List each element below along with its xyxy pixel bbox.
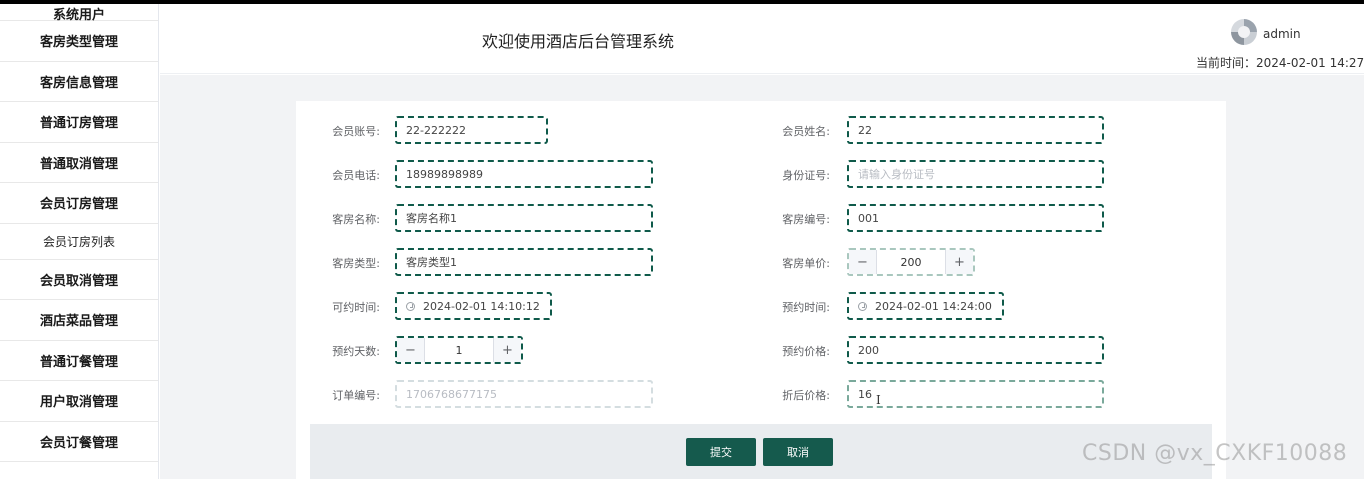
booking-price-label: 预约价格: [782, 345, 830, 358]
username[interactable]: admin [1263, 27, 1301, 41]
sidebar-item-room-type[interactable]: 客房类型管理 [0, 21, 158, 62]
sidebar-item-normal-cancel[interactable]: 普通取消管理 [0, 143, 158, 183]
sidebar-item-normal-meal[interactable]: 普通订餐管理 [0, 341, 158, 381]
sidebar-item-member-meal[interactable]: 会员订餐管理 [0, 422, 158, 462]
clock-label: 当前时间： [1196, 56, 1257, 70]
member-phone-field[interactable]: 18989898989 [395, 160, 653, 188]
id-number-label: 身份证号: [782, 169, 830, 182]
sidebar-item-user-cancel[interactable]: 用户取消管理 [0, 381, 158, 422]
booking-time-field[interactable]: 2024-02-01 14:24:00 [847, 292, 1004, 320]
booking-days-value[interactable]: 1 [425, 338, 493, 362]
sidebar-item-label: 普通订餐管理 [39, 354, 118, 370]
clock-value: 2024-02-01 14:27:55 [1256, 56, 1364, 70]
member-name-field[interactable]: 22 [847, 116, 1104, 144]
main-content: 会员账号: 22-222222 会员姓名: 22 会员电话: 189898989… [160, 75, 1364, 479]
booking-price-field[interactable]: 200 [847, 336, 1104, 364]
sidebar-item-label: 会员订餐管理 [39, 435, 118, 451]
room-price-label: 客房单价: [782, 257, 830, 270]
sidebar-item-label: 客房类型管理 [39, 35, 118, 51]
room-price-stepper[interactable]: − 200 + [847, 248, 975, 276]
sidebar-item-label: 用户取消管理 [39, 395, 118, 411]
booking-form: 会员账号: 22-222222 会员姓名: 22 会员电话: 189898989… [296, 101, 1226, 479]
minus-icon[interactable]: − [849, 250, 877, 274]
sidebar-item-member-booking[interactable]: 会员订房管理 [0, 183, 158, 224]
id-number-field[interactable]: 请输入身份证号 [847, 160, 1104, 188]
member-name-label: 会员姓名: [782, 125, 830, 138]
available-time-label: 可约时间: [332, 301, 380, 314]
avatar[interactable] [1231, 19, 1257, 45]
sidebar-item-label: 普通订房管理 [39, 116, 118, 132]
text-cursor-icon: I [876, 393, 881, 407]
plus-icon[interactable]: + [493, 338, 521, 362]
room-number-field[interactable]: 001 [847, 204, 1104, 232]
sidebar-item-normal-booking[interactable]: 普通订房管理 [0, 102, 158, 143]
cancel-button[interactable]: 取消 [763, 438, 833, 466]
header: 欢迎使用酒店后台管理系统 admin 当前时间：2024-02-01 14:27… [160, 4, 1364, 74]
sidebar-item-label: 酒店菜品管理 [39, 314, 118, 330]
current-time: 当前时间：2024-02-01 14:27:55 [1196, 54, 1364, 71]
room-name-field[interactable]: 客房名称1 [395, 204, 653, 232]
room-type-field[interactable]: 客房类型1 [395, 248, 653, 276]
room-name-label: 客房名称: [332, 213, 380, 226]
sidebar-item-label: 会员订房管理 [39, 197, 118, 213]
sidebar-item-label: 会员订房列表 [42, 234, 115, 249]
booking-time-value: 2024-02-01 14:24:00 [875, 299, 992, 313]
sidebar-subitem-member-booking-list[interactable]: 会员订房列表 [0, 223, 158, 260]
submit-button[interactable]: 提交 [686, 438, 756, 466]
booking-days-stepper[interactable]: − 1 + [395, 336, 523, 364]
watermark: CSDN @vx_CXKF10088 [1082, 441, 1348, 466]
discount-price-label: 折后价格: [782, 389, 830, 402]
available-time-value: 2024-02-01 14:10:12 [423, 299, 540, 313]
order-number-field: 1706768677175 [395, 380, 653, 408]
sidebar-item-system-users[interactable]: 系统用户 [0, 4, 158, 23]
page-title: 欢迎使用酒店后台管理系统 [482, 32, 675, 51]
sidebar-item-member-cancel[interactable]: 会员取消管理 [0, 260, 158, 300]
plus-icon[interactable]: + [945, 250, 973, 274]
sidebar-item-label: 会员取消管理 [39, 273, 118, 289]
member-account-label: 会员账号: [332, 125, 380, 138]
room-number-label: 客房编号: [782, 213, 830, 226]
sidebar-item-label: 客房信息管理 [39, 75, 118, 91]
sidebar-item-room-info[interactable]: 客房信息管理 [0, 62, 158, 102]
clock-icon [406, 301, 415, 311]
room-type-label: 客房类型: [332, 257, 380, 270]
sidebar: 系统用户 客房类型管理 客房信息管理 普通订房管理 普通取消管理 会员订房管理 … [0, 4, 159, 479]
room-price-value[interactable]: 200 [877, 250, 945, 274]
member-account-field[interactable]: 22-222222 [395, 116, 548, 144]
available-time-field[interactable]: 2024-02-01 14:10:12 [395, 292, 552, 320]
sidebar-item-dishes[interactable]: 酒店菜品管理 [0, 300, 158, 341]
clock-icon [858, 301, 867, 311]
discount-price-field[interactable]: 16 [847, 380, 1104, 408]
booking-days-label: 预约天数: [332, 345, 380, 358]
member-phone-label: 会员电话: [332, 169, 380, 182]
sidebar-item-label: 普通取消管理 [39, 156, 118, 172]
order-number-label: 订单编号: [332, 389, 380, 402]
minus-icon[interactable]: − [397, 338, 425, 362]
booking-time-label: 预约时间: [782, 301, 830, 314]
form-footer: 提交 取消 [310, 424, 1212, 479]
